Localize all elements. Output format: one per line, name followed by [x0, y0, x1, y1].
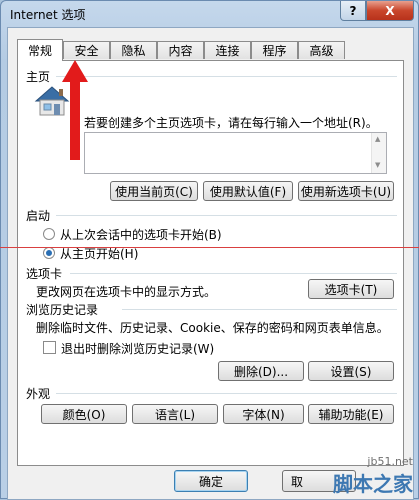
scroll-down-icon[interactable]: ▼ — [375, 161, 380, 169]
tab-security[interactable]: 安全 — [63, 41, 110, 59]
help-button[interactable]: ? — [340, 1, 366, 21]
window-title: Internet 选项 — [10, 8, 86, 22]
tabs-description: 更改网页在选项卡中的显示方式。 — [36, 285, 217, 299]
watermark-name: 脚本之家 — [333, 472, 413, 496]
use-default-button[interactable]: 使用默认值(F) — [203, 181, 293, 201]
watermark: jb51.net 脚本之家 — [333, 455, 413, 497]
history-settings-button[interactable]: 设置(S) — [308, 361, 394, 381]
tabs-group-label: 选项卡 — [26, 267, 63, 281]
tabs-divider — [70, 273, 397, 274]
history-group-label: 浏览历史记录 — [26, 303, 99, 317]
ok-button[interactable]: 确定 — [174, 470, 248, 492]
delete-on-exit-checkbox[interactable] — [43, 341, 56, 354]
red-arrow-icon — [62, 60, 88, 160]
watermark-url: jb51.net — [367, 455, 413, 468]
homepage-url-textarea[interactable]: ▲ ▼ — [84, 132, 387, 174]
colors-button[interactable]: 颜色(O) — [41, 404, 127, 424]
startup-group-label: 启动 — [26, 209, 51, 223]
homepage-description: 若要创建多个主页选项卡，请在每行输入一个地址(R)。 — [84, 116, 378, 130]
history-divider — [122, 309, 397, 310]
fonts-button[interactable]: 字体(N) — [223, 404, 304, 424]
textarea-scrollbar[interactable]: ▲ ▼ — [371, 133, 386, 173]
tab-general[interactable]: 常规 — [17, 39, 63, 61]
tab-content[interactable]: 内容 — [157, 41, 204, 59]
tab-privacy[interactable]: 隐私 — [110, 41, 157, 59]
red-annotation-line — [0, 247, 419, 248]
tabs-settings-button[interactable]: 选项卡(T) — [308, 279, 394, 299]
close-button[interactable]: X — [366, 1, 414, 21]
scroll-up-icon[interactable]: ▲ — [375, 135, 380, 143]
appearance-divider — [56, 393, 397, 394]
startup-divider — [56, 215, 397, 216]
radio-homepage[interactable] — [43, 247, 55, 259]
homepage-divider — [56, 76, 397, 77]
radio-last-session-label[interactable]: 从上次会话中的选项卡开始(B) — [60, 226, 222, 243]
delete-on-exit-label[interactable]: 退出时删除浏览历史记录(W) — [61, 340, 214, 357]
accessibility-button[interactable]: 辅助功能(E) — [308, 404, 394, 424]
use-new-tab-button[interactable]: 使用新选项卡(U) — [298, 181, 394, 201]
tab-advanced[interactable]: 高级 — [298, 41, 345, 59]
tab-programs[interactable]: 程序 — [251, 41, 298, 59]
history-description: 删除临时文件、历史记录、Cookie、保存的密码和网页表单信息。 — [36, 321, 389, 335]
radio-last-session[interactable] — [43, 228, 55, 240]
appearance-group-label: 外观 — [26, 387, 51, 401]
homepage-group-label: 主页 — [26, 70, 51, 84]
languages-button[interactable]: 语言(L) — [132, 404, 218, 424]
tab-connections[interactable]: 连接 — [204, 41, 251, 59]
use-current-button[interactable]: 使用当前页(C) — [110, 181, 198, 201]
delete-history-button[interactable]: 删除(D)... — [218, 361, 304, 381]
